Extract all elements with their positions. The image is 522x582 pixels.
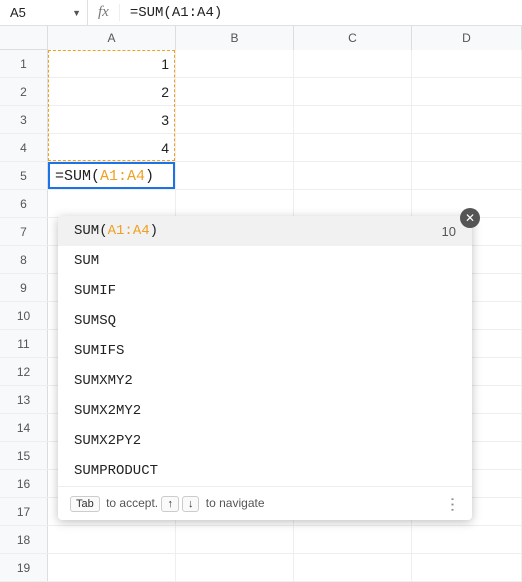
- row-header[interactable]: 13: [0, 386, 48, 413]
- row-header[interactable]: 7: [0, 218, 48, 245]
- more-icon[interactable]: ⋯: [443, 496, 463, 511]
- grid-row: 5: [0, 162, 522, 190]
- formula-input[interactable]: =SUM(A1:A4): [120, 5, 222, 21]
- cell-A4[interactable]: 4: [48, 134, 176, 161]
- cell-C19[interactable]: [294, 554, 412, 581]
- up-key: ↑: [161, 496, 179, 512]
- ac-top-range: A1:A4: [108, 223, 150, 239]
- grid-row: 19: [0, 554, 522, 582]
- grid-row: 6: [0, 190, 522, 218]
- cell-A18[interactable]: [48, 526, 176, 553]
- cell-C5[interactable]: [294, 162, 412, 189]
- down-key: ↓: [182, 496, 200, 512]
- autocomplete-item[interactable]: SUMSQ: [58, 306, 472, 336]
- col-header-B[interactable]: B: [176, 26, 294, 50]
- cell-B19[interactable]: [176, 554, 294, 581]
- row-header[interactable]: 9: [0, 274, 48, 301]
- col-header-D[interactable]: D: [412, 26, 522, 50]
- ac-top-prefix: SUM(: [74, 223, 108, 239]
- name-box[interactable]: A5 ▼: [0, 0, 88, 26]
- grid-row: 11: [0, 50, 522, 78]
- cell-D5[interactable]: [412, 162, 522, 189]
- close-icon[interactable]: ✕: [460, 208, 480, 228]
- spreadsheet-grid: A B C D 11223344567891011121314151617181…: [0, 26, 522, 582]
- autocomplete-item[interactable]: SUMIFS: [58, 336, 472, 366]
- grid-row: 18: [0, 526, 522, 554]
- autocomplete-footer: Tab to accept. ↑↓ to navigate ⋯: [58, 486, 472, 520]
- autocomplete-item-top[interactable]: SUM(A1:A4) 10: [58, 216, 472, 246]
- cell-D19[interactable]: [412, 554, 522, 581]
- cell-C2[interactable]: [294, 78, 412, 105]
- cell-D1[interactable]: [412, 50, 522, 77]
- nav-text: to navigate: [202, 496, 264, 510]
- col-header-A[interactable]: A: [48, 26, 176, 50]
- cell-A2[interactable]: 2: [48, 78, 176, 105]
- cell-C1[interactable]: [294, 50, 412, 77]
- cell-A5[interactable]: [48, 162, 176, 189]
- row-header[interactable]: 12: [0, 358, 48, 385]
- cell-B3[interactable]: [176, 106, 294, 133]
- grid-row: 44: [0, 134, 522, 162]
- ac-top-preview: 10: [442, 224, 456, 239]
- row-header[interactable]: 1: [0, 50, 48, 77]
- cell-D4[interactable]: [412, 134, 522, 161]
- autocomplete-item[interactable]: SUMXMY2: [58, 366, 472, 396]
- row-header[interactable]: 2: [0, 78, 48, 105]
- autocomplete-item[interactable]: SUMX2PY2: [58, 426, 472, 456]
- cell-D18[interactable]: [412, 526, 522, 553]
- cell-A1[interactable]: 1: [48, 50, 176, 77]
- cell-A3[interactable]: 3: [48, 106, 176, 133]
- fx-icon: fx: [88, 4, 120, 21]
- cell-B5[interactable]: [176, 162, 294, 189]
- autocomplete-item[interactable]: SUMX2MY2: [58, 396, 472, 426]
- row-header[interactable]: 18: [0, 526, 48, 553]
- col-header-C[interactable]: C: [294, 26, 412, 50]
- name-box-value: A5: [10, 5, 26, 20]
- cell-B4[interactable]: [176, 134, 294, 161]
- tab-text: to accept.: [103, 496, 162, 510]
- cell-A19[interactable]: [48, 554, 176, 581]
- formula-bar: A5 ▼ fx =SUM(A1:A4): [0, 0, 522, 26]
- row-header[interactable]: 14: [0, 414, 48, 441]
- cell-C4[interactable]: [294, 134, 412, 161]
- autocomplete-item[interactable]: SUM: [58, 246, 472, 276]
- row-header[interactable]: 6: [0, 190, 48, 217]
- cell-D2[interactable]: [412, 78, 522, 105]
- dropdown-icon[interactable]: ▼: [72, 8, 81, 18]
- row-header[interactable]: 10: [0, 302, 48, 329]
- grid-row: 22: [0, 78, 522, 106]
- cell-C18[interactable]: [294, 526, 412, 553]
- row-header[interactable]: 5: [0, 162, 48, 189]
- formula-autocomplete: ✕ SUM(A1:A4) 10 SUMSUMIFSUMSQSUMIFSSUMXM…: [58, 216, 472, 520]
- row-header[interactable]: 3: [0, 106, 48, 133]
- grid-row: 33: [0, 106, 522, 134]
- cell-C6[interactable]: [294, 190, 412, 217]
- autocomplete-item[interactable]: SUMPRODUCT: [58, 456, 472, 486]
- cell-B1[interactable]: [176, 50, 294, 77]
- cell-C3[interactable]: [294, 106, 412, 133]
- autocomplete-item[interactable]: SUMIF: [58, 276, 472, 306]
- row-header[interactable]: 11: [0, 330, 48, 357]
- column-headers: A B C D: [0, 26, 522, 50]
- row-header[interactable]: 15: [0, 442, 48, 469]
- cell-A6[interactable]: [48, 190, 176, 217]
- row-header[interactable]: 4: [0, 134, 48, 161]
- row-header[interactable]: 8: [0, 246, 48, 273]
- cell-D3[interactable]: [412, 106, 522, 133]
- cell-B18[interactable]: [176, 526, 294, 553]
- select-all-corner[interactable]: [0, 26, 48, 49]
- ac-top-suffix: ): [150, 223, 158, 239]
- row-header[interactable]: 16: [0, 470, 48, 497]
- cell-B2[interactable]: [176, 78, 294, 105]
- cell-B6[interactable]: [176, 190, 294, 217]
- row-header[interactable]: 19: [0, 554, 48, 581]
- row-header[interactable]: 17: [0, 498, 48, 525]
- tab-key: Tab: [70, 496, 100, 512]
